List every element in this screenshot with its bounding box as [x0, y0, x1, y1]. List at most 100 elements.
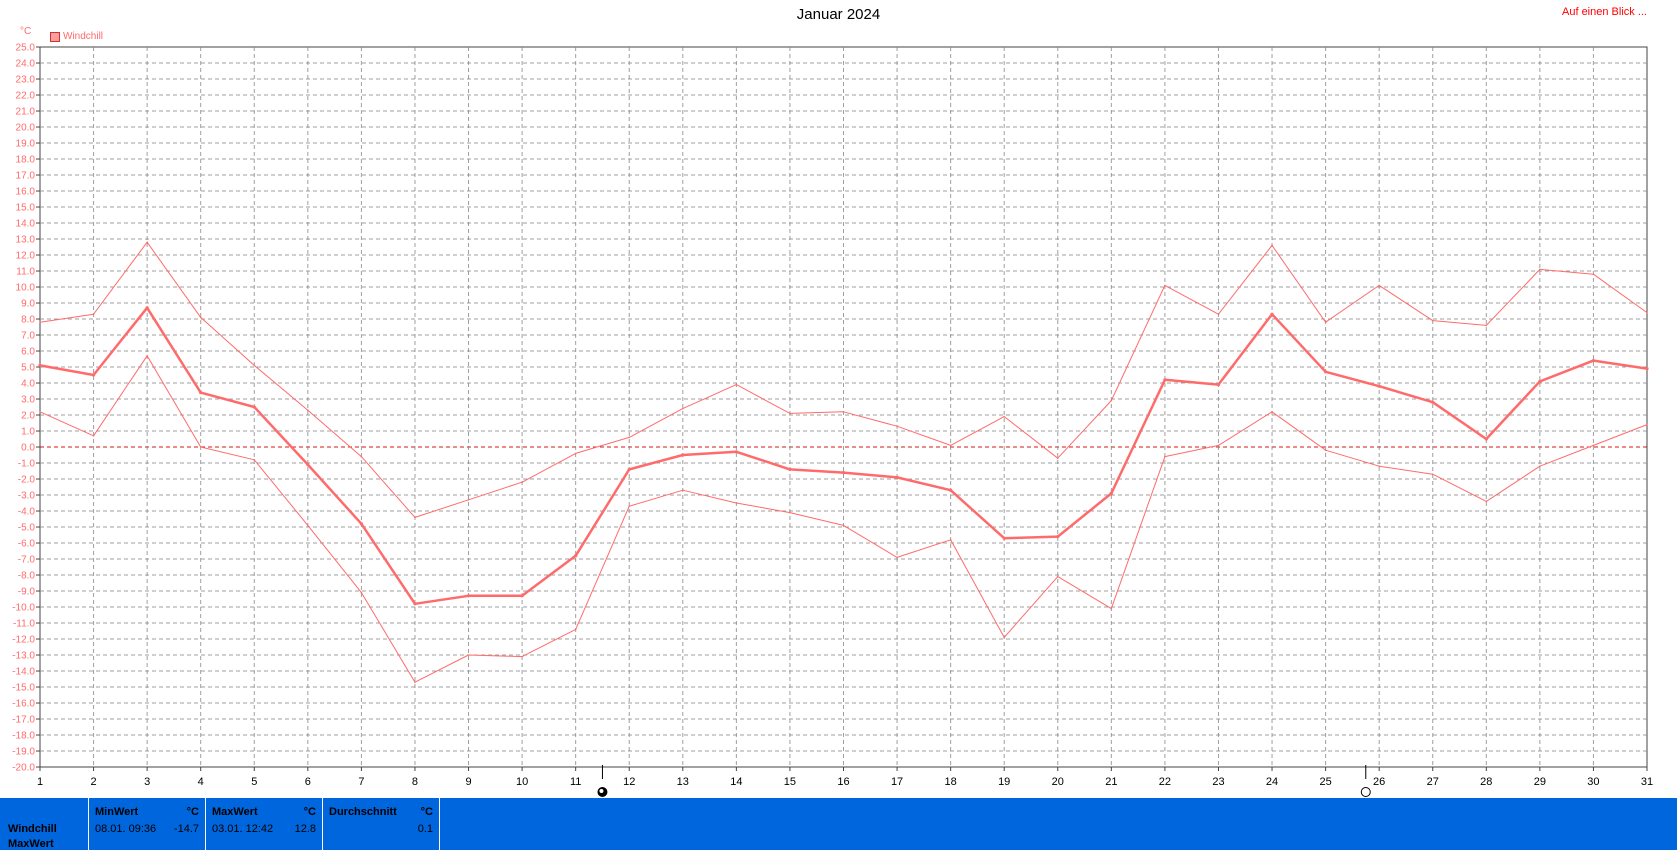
data-point-max [682, 407, 684, 410]
y-tick-label: 6.0 [21, 347, 35, 358]
y-tick-label: 16.0 [16, 187, 36, 198]
data-point-max [1324, 321, 1327, 324]
data-point-avg [788, 467, 792, 471]
data-point-max [199, 316, 202, 319]
stat-avg-value: 0.1 [417, 823, 433, 835]
y-tick-label: 23.0 [16, 75, 36, 86]
x-tick-label: 24 [1266, 776, 1278, 788]
y-tick-label: -7.0 [18, 555, 36, 566]
data-point-max [414, 516, 416, 519]
data-point-min [1110, 607, 1113, 610]
y-tick-label: 14.0 [16, 219, 36, 230]
data-point-avg [1109, 491, 1113, 495]
data-point-min [1217, 444, 1220, 447]
data-point-max [896, 425, 898, 428]
data-point-min [360, 591, 363, 594]
data-point-avg [359, 522, 363, 526]
data-point-max [253, 364, 256, 367]
y-tick-label: -17.0 [12, 715, 35, 726]
data-point-max [360, 455, 363, 458]
x-tick-label: 16 [837, 776, 849, 788]
y-tick-label: -20.0 [12, 763, 35, 774]
y-tick-label: -12.0 [12, 635, 35, 646]
data-point-max [1485, 324, 1488, 327]
x-tick-label: 2 [91, 776, 97, 788]
data-point-max [574, 452, 577, 455]
data-point-avg [734, 450, 738, 454]
y-tick-label: 22.0 [16, 91, 36, 102]
x-tick-label: 27 [1427, 776, 1439, 788]
data-point-max [1378, 284, 1380, 287]
x-tick-label: 28 [1480, 776, 1492, 788]
data-point-avg [199, 391, 203, 395]
data-point-avg [91, 373, 96, 377]
data-point-avg [306, 463, 310, 467]
data-point-max [1646, 311, 1648, 314]
x-tick-label: 17 [891, 776, 903, 788]
x-tick-label: 1 [37, 776, 43, 788]
stat-min-unit: °C [186, 806, 199, 818]
x-tick-label: 3 [144, 776, 150, 788]
y-tick-label: -1.0 [18, 459, 36, 470]
data-point-max [39, 321, 41, 324]
data-point-min [146, 355, 148, 357]
x-tick-label: 14 [730, 776, 742, 788]
moon-highlight [599, 789, 604, 793]
x-tick-label: 8 [412, 776, 418, 788]
data-point-avg [520, 594, 524, 598]
data-point-max [521, 481, 523, 484]
x-tick-label: 10 [516, 776, 528, 788]
data-point-avg [627, 467, 631, 471]
stat-min-date: 08.01. 09:36 [95, 823, 157, 835]
data-point-avg [1056, 535, 1060, 539]
x-tick-label: 25 [1319, 776, 1331, 788]
y-tick-label: -15.0 [12, 683, 35, 694]
stat-avg-unit: °C [420, 806, 433, 818]
x-tick-label: 21 [1105, 776, 1117, 788]
data-point-max [1431, 319, 1434, 322]
data-point-max [307, 409, 309, 412]
data-point-avg [38, 363, 42, 367]
y-tick-label: -16.0 [12, 699, 35, 710]
y-tick-label: 13.0 [16, 235, 36, 246]
y-tick-label: -3.0 [18, 491, 36, 502]
data-point-min [1539, 465, 1541, 468]
data-point-min [39, 411, 41, 413]
stat-max-unit: °C [303, 806, 316, 818]
x-tick-label: 11 [570, 776, 581, 788]
y-tick-label: -10.0 [12, 603, 35, 614]
x-tick-label: 29 [1534, 776, 1546, 788]
y-tick-label: 3.0 [21, 395, 35, 406]
line-chart: -20.0 -19.0 -18.0 -17.0 -16.0 -15.0 -14.0 -13.0… [12, 43, 1653, 797]
stat-min-value: -14.7 [173, 823, 199, 835]
stat-avg-head: Durchschnitt [329, 806, 397, 818]
data-point-max [789, 412, 791, 415]
y-tick-label: 11.0 [16, 267, 35, 278]
x-tick-label: 20 [1052, 776, 1064, 788]
data-point-max [1056, 457, 1059, 460]
data-point-avg [1163, 378, 1167, 382]
data-point-min [307, 524, 309, 527]
data-point-max [1217, 313, 1220, 316]
data-point-min [1271, 411, 1273, 413]
y-tick-label: 8.0 [21, 315, 35, 326]
data-point-min [467, 654, 470, 656]
data-point-avg [681, 453, 685, 457]
stat-max-value: 12.8 [294, 823, 316, 835]
y-tick-label: 20.0 [16, 123, 36, 134]
x-tick-label: 6 [305, 776, 311, 788]
x-tick-label: 31 [1641, 776, 1653, 788]
stats-row-label: Windchill [8, 823, 57, 835]
data-point-max [842, 411, 845, 413]
data-point-avg [1270, 312, 1274, 316]
data-point-avg [1377, 384, 1381, 388]
data-point-max [1539, 268, 1541, 271]
x-tick-label: 12 [623, 776, 635, 788]
x-tick-label: 4 [198, 776, 204, 788]
y-tick-label: 24.0 [16, 59, 36, 70]
data-point-min [1003, 636, 1005, 639]
x-tick-label: 13 [677, 776, 689, 788]
new-moon-icon [1360, 787, 1371, 797]
data-point-min [253, 459, 256, 461]
y-tick-label: 2.0 [21, 411, 35, 422]
